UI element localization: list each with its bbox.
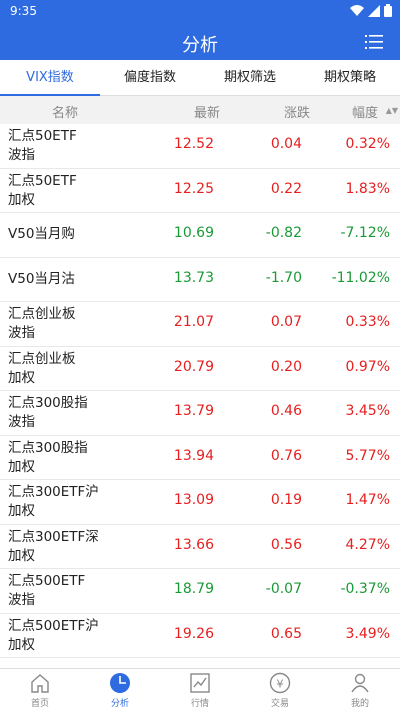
row-name: V50当月沽 bbox=[8, 270, 75, 287]
nav-analysis[interactable]: 分析 bbox=[80, 669, 160, 710]
row-last-price: 20.79 bbox=[173, 358, 214, 375]
nav-trade[interactable]: ¥ 交易 bbox=[240, 669, 320, 710]
column-change-header[interactable]: 涨跌 bbox=[284, 102, 310, 121]
nav-profile-label: 我的 bbox=[350, 699, 369, 709]
tab-option-strategy[interactable]: 期权策略 bbox=[300, 60, 400, 95]
nav-profile[interactable]: 我的 bbox=[320, 669, 400, 710]
nav-home[interactable]: 首页 bbox=[0, 669, 80, 710]
vix-list: 汇点50ETF 波指 12.52 0.04 0.32% 汇点50ETF 加权 12.25 0… bbox=[0, 124, 400, 668]
row-last-price: 21.07 bbox=[173, 314, 214, 330]
status-time: 9:35 bbox=[10, 4, 37, 18]
page-title: 分析 bbox=[182, 35, 218, 56]
nav-market[interactable]: 行情 bbox=[160, 669, 240, 710]
row-last-price: 12.25 bbox=[173, 180, 214, 197]
table-row[interactable]: 汇点300股指 波指 13.79 0.46 3.45% bbox=[0, 391, 400, 436]
row-change: 0.56 bbox=[270, 536, 302, 553]
row-change: 0.65 bbox=[270, 625, 302, 642]
home-icon bbox=[31, 674, 49, 693]
menu-list-icon[interactable] bbox=[364, 32, 384, 52]
row-change: -1.70 bbox=[265, 269, 302, 286]
row-last-price: 13.09 bbox=[173, 492, 214, 508]
column-last-header[interactable]: 最新 bbox=[194, 102, 220, 121]
table-row[interactable]: 汇点500ETF深 bbox=[0, 658, 400, 668]
table-row[interactable]: V50当月沽 13.73 -1.70 -11.02% bbox=[0, 258, 400, 302]
row-last-price: 13.94 bbox=[173, 447, 214, 464]
nav-analysis-label: 分析 bbox=[110, 699, 129, 709]
table-header: 名称 最新 涨跌 幅度 ▲▼ bbox=[0, 96, 400, 124]
trade-yen-icon: ¥ bbox=[269, 672, 291, 694]
market-chart-icon bbox=[190, 673, 210, 693]
table-row[interactable]: 汇点300ETF沪 加权 13.09 0.19 1.47% bbox=[0, 480, 400, 525]
nav-market-label: 行情 bbox=[190, 699, 209, 709]
table-row[interactable]: 汇点50ETF 加权 12.25 0.22 1.83% bbox=[0, 169, 400, 213]
row-name: 汇点创业板 加权 bbox=[8, 350, 76, 386]
row-change: 0.46 bbox=[270, 403, 302, 419]
row-name: 汇点500ETF 波指 bbox=[8, 573, 86, 608]
row-change: -0.82 bbox=[265, 225, 302, 241]
row-change-pct: 4.27% bbox=[345, 536, 390, 553]
row-change: 0.07 bbox=[270, 314, 302, 330]
nav-home-label: 首页 bbox=[30, 699, 49, 709]
row-name: 汇点500ETF沪 加权 bbox=[8, 617, 99, 653]
status-bar: 9:35 bbox=[0, 0, 400, 24]
row-change: 0.76 bbox=[270, 447, 302, 464]
profile-icon bbox=[351, 673, 369, 693]
table-row[interactable]: V50当月购 10.69 -0.82 -7.12% bbox=[0, 213, 400, 258]
row-name: 汇点50ETF 加权 bbox=[8, 172, 77, 208]
row-change-pct: 3.49% bbox=[345, 625, 390, 642]
row-name: 汇点300ETF沪 加权 bbox=[8, 484, 99, 519]
row-change-pct: -7.12% bbox=[340, 225, 390, 241]
battery-icon bbox=[384, 4, 392, 17]
table-row[interactable]: 汇点300ETF深 加权 13.66 0.56 4.27% bbox=[0, 525, 400, 569]
row-last-price: 18.79 bbox=[173, 581, 214, 597]
wifi-icon bbox=[350, 4, 364, 16]
row-name: 汇点300股指 波指 bbox=[8, 395, 88, 430]
tab-option-filter[interactable]: 期权筛选 bbox=[200, 60, 300, 95]
row-last-price: 19.26 bbox=[173, 625, 214, 642]
app-bar: 分析 bbox=[0, 24, 400, 60]
table-row[interactable]: 汇点创业板 波指 21.07 0.07 0.33% bbox=[0, 302, 400, 347]
row-name: 汇点50ETF 波指 bbox=[8, 128, 77, 163]
row-change-pct: 0.97% bbox=[345, 358, 390, 375]
row-change-pct: 3.45% bbox=[345, 403, 390, 419]
tab-vix-index[interactable]: VIX指数 bbox=[0, 60, 100, 96]
row-change-pct: 0.32% bbox=[345, 136, 390, 152]
table-row[interactable]: 汇点创业板 加权 20.79 0.20 0.97% bbox=[0, 347, 400, 391]
row-name: 汇点300ETF深 加权 bbox=[8, 528, 99, 564]
row-change: -0.07 bbox=[265, 581, 302, 597]
row-change-pct: -0.37% bbox=[340, 581, 390, 597]
row-last-price: 13.66 bbox=[173, 536, 214, 553]
status-icons bbox=[350, 4, 392, 17]
tab-bar: VIX指数 偏度指数 期权筛选 期权策略 bbox=[0, 60, 400, 96]
analysis-pie-icon bbox=[110, 673, 130, 693]
row-change-pct: -11.02% bbox=[331, 269, 390, 286]
bottom-nav: 首页 分析 行情 ¥ 交易 我的 bbox=[0, 668, 400, 710]
row-name: V50当月购 bbox=[8, 226, 75, 242]
row-change: 0.19 bbox=[270, 492, 302, 508]
row-change-pct: 1.47% bbox=[345, 492, 390, 508]
table-row[interactable]: 汇点500ETF 波指 18.79 -0.07 -0.37% bbox=[0, 569, 400, 614]
row-name: 汇点300股指 加权 bbox=[8, 439, 88, 475]
row-last-price: 13.73 bbox=[173, 269, 214, 286]
nav-trade-label: 交易 bbox=[270, 699, 289, 709]
row-last-price: 13.79 bbox=[173, 403, 214, 419]
row-change: 0.04 bbox=[270, 136, 302, 152]
sort-arrows-icon[interactable]: ▲▼ bbox=[386, 106, 398, 115]
row-name: 汇点创业板 波指 bbox=[8, 306, 76, 341]
signal-icon bbox=[368, 4, 380, 17]
tab-skew-index[interactable]: 偏度指数 bbox=[100, 60, 200, 95]
row-change-pct: 1.83% bbox=[345, 180, 390, 197]
table-row[interactable]: 汇点500ETF沪 加权 19.26 0.65 3.49% bbox=[0, 614, 400, 658]
row-change: 0.22 bbox=[270, 180, 302, 197]
table-row[interactable]: 汇点300股指 加权 13.94 0.76 5.77% bbox=[0, 436, 400, 480]
row-last-price: 12.52 bbox=[173, 136, 214, 152]
row-change-pct: 5.77% bbox=[345, 447, 390, 464]
row-change-pct: 0.33% bbox=[345, 314, 390, 330]
row-change: 0.20 bbox=[270, 358, 302, 375]
column-pct-header[interactable]: 幅度 bbox=[352, 102, 378, 121]
table-row[interactable]: 汇点50ETF 波指 12.52 0.04 0.32% bbox=[0, 124, 400, 169]
svg-text:¥: ¥ bbox=[277, 678, 284, 691]
column-name-header[interactable]: 名称 bbox=[52, 102, 78, 121]
row-last-price: 10.69 bbox=[173, 225, 214, 241]
